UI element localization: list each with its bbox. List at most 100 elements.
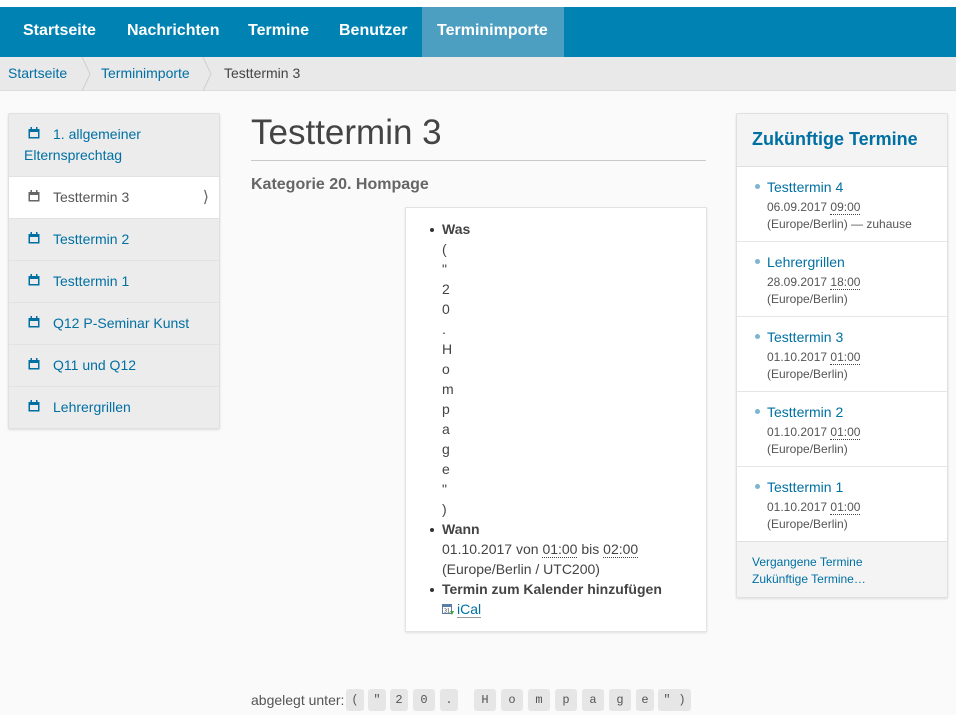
- sidebar-item-testtermin-3[interactable]: Testtermin 3 ⟩: [9, 177, 219, 219]
- was-char: ": [442, 481, 447, 497]
- was-char: 2: [442, 281, 450, 297]
- event-link[interactable]: Testtermin 4: [767, 178, 843, 197]
- nav-terminimporte[interactable]: Terminimporte: [422, 7, 564, 57]
- svg-text:31: 31: [444, 609, 450, 615]
- calendar-icon: [28, 358, 40, 370]
- nav-nachrichten[interactable]: Nachrichten: [112, 7, 234, 57]
- nav-benutzer[interactable]: Benutzer: [324, 7, 422, 57]
- tag-chip[interactable]: o: [501, 689, 523, 711]
- event-timezone: (Europe/Berlin): [767, 367, 848, 381]
- bullet-icon: [755, 184, 760, 189]
- was-char: m: [442, 381, 454, 397]
- nav-startseite[interactable]: Startseite: [8, 7, 111, 57]
- was-char: g: [442, 441, 450, 457]
- event-date-value: 01.10.2017: [767, 350, 828, 364]
- ical-row: 31 iCal: [442, 599, 482, 619]
- was-char: ): [442, 501, 447, 517]
- tag-chip[interactable]: ): [673, 689, 691, 711]
- sidebar-item-lehrergrillen[interactable]: Lehrergrillen: [9, 387, 219, 428]
- category-heading: Kategorie 20. Hompage: [251, 176, 429, 193]
- list-item: Testtermin 4 06.09.2017 09:00 (Europe/Be…: [737, 167, 947, 242]
- bullet: [430, 528, 434, 532]
- event-timezone: (Europe/Berlin): [767, 292, 848, 306]
- tag-chip[interactable]: a: [582, 689, 604, 711]
- breadcrumb-terminimporte[interactable]: Terminimporte: [101, 57, 190, 91]
- was-char: p: [442, 401, 450, 417]
- event-link[interactable]: Testtermin 2: [767, 403, 843, 422]
- sidebar-item-label: Q11 und Q12: [53, 357, 137, 373]
- calendar-icon: [28, 127, 40, 139]
- sidebar-item-label: Lehrergrillen: [53, 399, 131, 415]
- past-events-link[interactable]: Vergangene Termine: [752, 554, 863, 571]
- bullet-icon: [755, 409, 760, 414]
- tag-chip[interactable]: ": [368, 689, 386, 711]
- ical-link[interactable]: iCal: [457, 601, 482, 618]
- tag-chip[interactable]: .: [440, 689, 458, 711]
- tag-chip[interactable]: 0: [413, 689, 435, 711]
- bullet: [430, 228, 434, 232]
- wann-end-time: 02:00: [603, 541, 639, 558]
- event-timezone: (Europe/Berlin): [767, 442, 848, 456]
- bullet-icon: [755, 484, 760, 489]
- wann-date: 01.10.2017: [442, 541, 513, 557]
- was-char: H: [442, 341, 453, 357]
- event-date-value: 01.10.2017: [767, 425, 828, 439]
- breadcrumb: Startseite Terminimporte Testtermin 3: [0, 57, 956, 91]
- breadcrumb-separator-icon: [80, 57, 92, 91]
- tag-chip[interactable]: 2: [390, 689, 408, 711]
- sidebar-item-testtermin-1[interactable]: Testtermin 1: [9, 261, 219, 303]
- tag-chip[interactable]: H: [474, 689, 496, 711]
- wann-label: Wann: [442, 521, 480, 537]
- wann-start-time: 01:00: [542, 541, 578, 558]
- sidebar-item-label: 1. allgemeiner Elternsprechtag: [24, 126, 141, 163]
- was-char: ": [442, 261, 447, 277]
- sidebar: 1. allgemeiner Elternsprechtag Testtermi…: [8, 113, 220, 429]
- event-timezone: (Europe/Berlin) — zuhause: [767, 217, 912, 231]
- nav-termine[interactable]: Termine: [233, 7, 324, 57]
- calendar-icon: [28, 400, 40, 412]
- event-timezone: (Europe/Berlin): [767, 517, 848, 531]
- tag-chip[interactable]: g: [609, 689, 631, 711]
- tag-chip[interactable]: m: [528, 689, 550, 711]
- was-char: (: [442, 241, 447, 257]
- event-list: Testtermin 4 06.09.2017 09:00 (Europe/Be…: [737, 166, 947, 542]
- title-divider: [251, 160, 706, 161]
- breadcrumb-current: Testtermin 3: [224, 65, 301, 81]
- upcoming-events-widget: Zukünftige Termine Testtermin 4 06.09.20…: [736, 113, 948, 598]
- widget-title: Zukünftige Termine: [752, 129, 918, 149]
- event-time: 01:00: [830, 350, 861, 365]
- tag-chip[interactable]: e: [636, 689, 654, 711]
- bullet: [430, 588, 434, 592]
- sidebar-item-elternsprechtag[interactable]: 1. allgemeiner Elternsprechtag: [9, 114, 219, 177]
- event-date: 01.10.2017 01:00: [767, 349, 861, 366]
- calendar-icon: [28, 316, 40, 328]
- event-link[interactable]: Lehrergrillen: [767, 253, 845, 272]
- event-date-value: 06.09.2017: [767, 200, 828, 214]
- sidebar-item-q11-q12[interactable]: Q11 und Q12: [9, 345, 219, 387]
- wann-datetime: 01.10.2017 von 01:00 bis 02:00: [442, 539, 639, 559]
- sidebar-item-q12-p-seminar[interactable]: Q12 P-Seminar Kunst: [9, 303, 219, 345]
- list-item: Testtermin 3 01.10.2017 01:00 (Europe/Be…: [737, 317, 947, 392]
- event-date-value: 28.09.2017: [767, 275, 828, 289]
- was-char: e: [442, 461, 450, 477]
- was-char: .: [442, 321, 446, 337]
- sidebar-item-testtermin-2[interactable]: Testtermin 2: [9, 219, 219, 261]
- ical-download-icon: 31: [442, 603, 454, 616]
- event-info-box: Was ( " 2 0 . H o m p a g e " ) Wann 01.…: [405, 207, 707, 632]
- event-date: 01.10.2017 01:00: [767, 499, 861, 516]
- tag-chip[interactable]: (: [346, 689, 364, 711]
- calendar-icon: [28, 232, 40, 244]
- event-date: 28.09.2017 18:00: [767, 274, 861, 291]
- breadcrumb-startseite[interactable]: Startseite: [8, 57, 67, 91]
- future-events-link[interactable]: Zukünftige Termine…: [752, 571, 866, 588]
- event-time: 09:00: [830, 200, 861, 215]
- event-date: 06.09.2017 09:00: [767, 199, 861, 216]
- calendar-icon: [28, 274, 40, 286]
- list-item: Testtermin 1 01.10.2017 01:00 (Europe/Be…: [737, 467, 947, 541]
- sidebar-item-label: Testtermin 2: [53, 231, 130, 247]
- wann-timezone: (Europe/Berlin / UTC200): [442, 561, 600, 577]
- tag-chip[interactable]: p: [555, 689, 577, 711]
- event-link[interactable]: Testtermin 1: [767, 478, 843, 497]
- calendar-icon: [28, 190, 40, 202]
- event-link[interactable]: Testtermin 3: [767, 328, 843, 347]
